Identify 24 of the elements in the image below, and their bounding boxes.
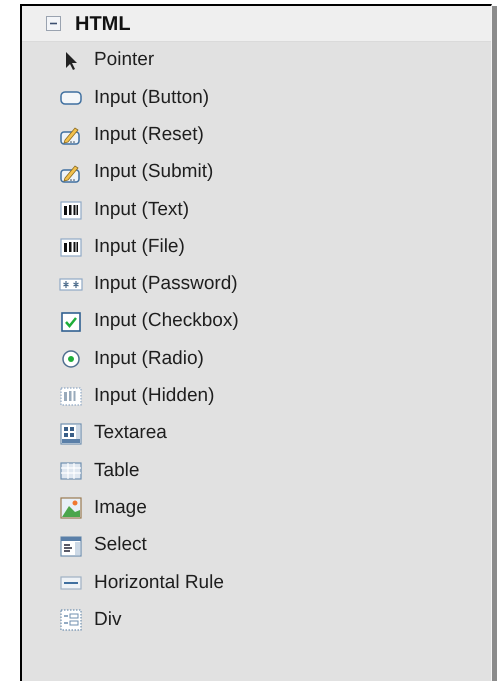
toolbox-item[interactable]: Input (File) [94, 232, 185, 262]
list-box-icon [59, 534, 83, 558]
toolbox-item[interactable]: Input (Text) [94, 196, 190, 224]
text-area-icon [59, 422, 83, 446]
toolbox-item[interactable]: Input (Radio) [94, 344, 204, 374]
collapse-icon[interactable] [46, 16, 61, 31]
toolbox-item[interactable]: Textarea [94, 419, 167, 448]
dotted-box-icon [59, 608, 83, 632]
checkbox-icon [59, 310, 83, 334]
section-header[interactable]: HTML [22, 6, 491, 42]
toolbox-item[interactable]: Horizontal Rule [94, 568, 224, 598]
toolbox-item[interactable]: Div [94, 606, 122, 634]
toolbox-item[interactable]: Input (Reset) [94, 120, 204, 150]
toolbox-item[interactable]: Select [94, 531, 147, 560]
toolbox-item[interactable]: Table [94, 456, 140, 486]
toolbox-item[interactable]: Input (Submit) [94, 158, 214, 187]
toolbox-item[interactable]: Pointer [94, 46, 154, 75]
image-icon [59, 496, 83, 520]
toolbox-item[interactable]: Input (Button) [94, 84, 210, 112]
toolbox-item[interactable]: Input (Hidden) [94, 382, 214, 411]
section-title: HTML [75, 12, 131, 36]
toolbox-item[interactable]: Input (Checkbox) [94, 307, 239, 336]
toolbox-item[interactable]: Input (Password) [94, 270, 238, 299]
toolbox-item[interactable]: Image [94, 494, 147, 522]
